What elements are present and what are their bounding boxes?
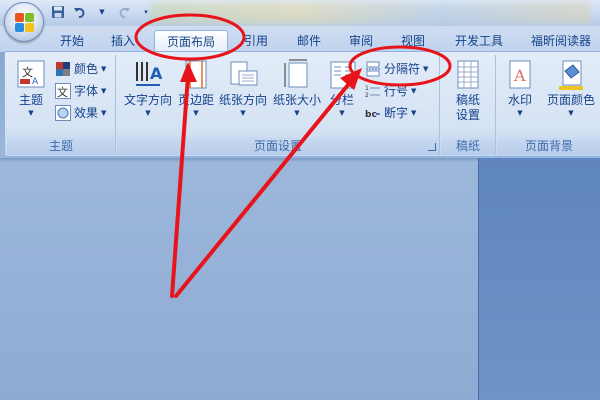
chevron-down-icon: ▼ [101,109,107,117]
theme-fonts-button[interactable]: 文 字体 ▼ [55,81,106,101]
tab-developer[interactable]: 开发工具 [448,30,510,52]
watermark-icon: A [504,59,536,91]
group-page-background: A 水印 ▼ 页面颜色 ▼ 页面背景 [497,55,600,155]
svg-text:A: A [32,77,39,87]
manuscript-grid-icon [452,59,484,91]
group-label-page-setup: 页面设置 [117,137,439,155]
ribbon: 文 A 主题 ▼ 颜色 ▼ 文 字体 ▼ 效果 ▼ 主题 A 文字方向 ▼ 页边… [4,51,600,157]
orientation-label: 纸张方向 [218,93,267,107]
hyphenation-icon: bc [365,105,381,121]
watermark-label: 水印 [507,93,532,107]
chevron-down-icon: ▼ [568,109,574,117]
theme-colors-label: 颜色 [74,62,99,76]
chevron-down-icon: ▼ [411,87,417,95]
page-break-icon [365,61,381,77]
theme-effects-button[interactable]: 效果 ▼ [55,103,106,123]
watermark-button[interactable]: A 水印 ▼ [501,59,539,118]
title-bar-background [150,2,590,24]
svg-text:bc: bc [365,110,377,120]
group-label-page-background: 页面背景 [497,137,600,155]
text-direction-label: 文字方向 [123,93,172,107]
undo-icon[interactable] [72,4,88,20]
quick-access-toolbar: ▼ ▾ [50,4,154,20]
group-themes: 文 A 主题 ▼ 颜色 ▼ 文 字体 ▼ 效果 ▼ 主题 [7,55,116,155]
manuscript-label-line2: 设置 [455,108,480,122]
themes-button[interactable]: 文 A 主题 ▼ [11,59,51,118]
page-color-button[interactable]: 页面颜色 ▼ [543,59,599,118]
save-icon[interactable] [50,4,66,20]
tab-mailings[interactable]: 邮件 [290,30,328,52]
tab-foxit-reader[interactable]: 福昕阅读器 [526,30,596,52]
chevron-down-icon: ▼ [240,109,246,117]
line-numbers-button[interactable]: 12 行号 ▼ [365,81,416,101]
font-icon: 文 [55,83,71,99]
group-page-setup: A 文字方向 ▼ 页边距 ▼ 纸张方向 ▼ 纸张大小 ▼ 分栏 ▼ 分隔符 ▼ … [117,55,440,155]
tab-review[interactable]: 审阅 [342,30,380,52]
text-direction-button[interactable]: A 文字方向 ▼ [121,59,175,118]
chevron-down-icon: ▼ [517,109,523,117]
hyphenation-button[interactable]: bc 断字 ▼ [365,103,416,123]
line-numbers-label: 行号 [384,84,409,98]
text-direction-icon: A [132,59,164,91]
chevron-down-icon: ▼ [145,109,151,117]
orientation-icon [227,59,259,91]
office-logo-icon [15,13,35,33]
customize-toolbar-icon[interactable]: ▾ [138,4,154,20]
theme-colors-button[interactable]: 颜色 ▼ [55,59,106,79]
svg-text:2: 2 [365,92,369,99]
themes-icon: 文 A [15,59,47,91]
line-numbers-icon: 12 [365,83,381,99]
tab-references[interactable]: 引用 [238,30,274,52]
theme-fonts-label: 字体 [74,84,99,98]
svg-text:1: 1 [365,85,369,92]
hyphenation-label: 断字 [384,106,409,120]
page-size-icon [281,59,313,91]
chevron-down-icon: ▼ [28,109,34,117]
breaks-label: 分隔符 [384,62,421,76]
page-setup-dialog-launcher[interactable] [428,143,436,151]
tab-home[interactable]: 开始 [52,30,92,52]
group-label-themes: 主题 [7,137,115,155]
color-palette-icon [55,61,71,77]
manuscript-label-line1: 稿纸 [455,93,480,107]
columns-icon [327,59,359,91]
margins-button[interactable]: 页边距 ▼ [177,59,215,118]
page-size-button[interactable]: 纸张大小 ▼ [271,59,323,118]
tab-insert[interactable]: 插入 [106,30,140,52]
chevron-down-icon: ▼ [193,109,199,117]
columns-button[interactable]: 分栏 ▼ [327,59,357,118]
document-side-panel [478,158,600,400]
svg-text:A: A [150,64,163,83]
chevron-down-icon: ▼ [101,87,107,95]
chevron-down-icon: ▼ [411,109,417,117]
chevron-down-icon[interactable]: ▼ [94,4,110,20]
paint-bucket-icon [555,59,587,91]
chevron-down-icon: ▼ [101,65,107,73]
margins-label: 页边距 [177,93,214,107]
orientation-button[interactable]: 纸张方向 ▼ [217,59,269,118]
page-size-label: 纸张大小 [272,93,321,107]
manuscript-settings-button[interactable]: 稿纸 设置 [447,59,489,123]
group-manuscript: 稿纸 设置 稿纸 [441,55,496,155]
tab-view[interactable]: 视图 [394,30,432,52]
chevron-down-icon: ▼ [423,65,429,73]
breaks-button[interactable]: 分隔符 ▼ [365,59,428,79]
title-bar: ▼ ▾ [0,0,600,26]
effects-icon [55,105,71,121]
columns-label: 分栏 [329,93,354,107]
redo-icon[interactable] [116,4,132,20]
theme-effects-label: 效果 [74,106,99,120]
page-color-label: 页面颜色 [546,93,595,107]
group-label-manuscript: 稿纸 [441,137,495,155]
svg-text:A: A [513,66,526,85]
chevron-down-icon: ▼ [294,109,300,117]
svg-text:文: 文 [57,85,68,99]
ribbon-tabs: 开始 插入 页面布局 引用 邮件 审阅 视图 开发工具 福昕阅读器 [0,26,600,52]
themes-label: 主题 [18,93,43,107]
chevron-down-icon: ▼ [339,109,345,117]
margins-icon [180,59,212,91]
tab-page-layout[interactable]: 页面布局 [154,30,228,52]
office-button[interactable] [4,2,44,42]
